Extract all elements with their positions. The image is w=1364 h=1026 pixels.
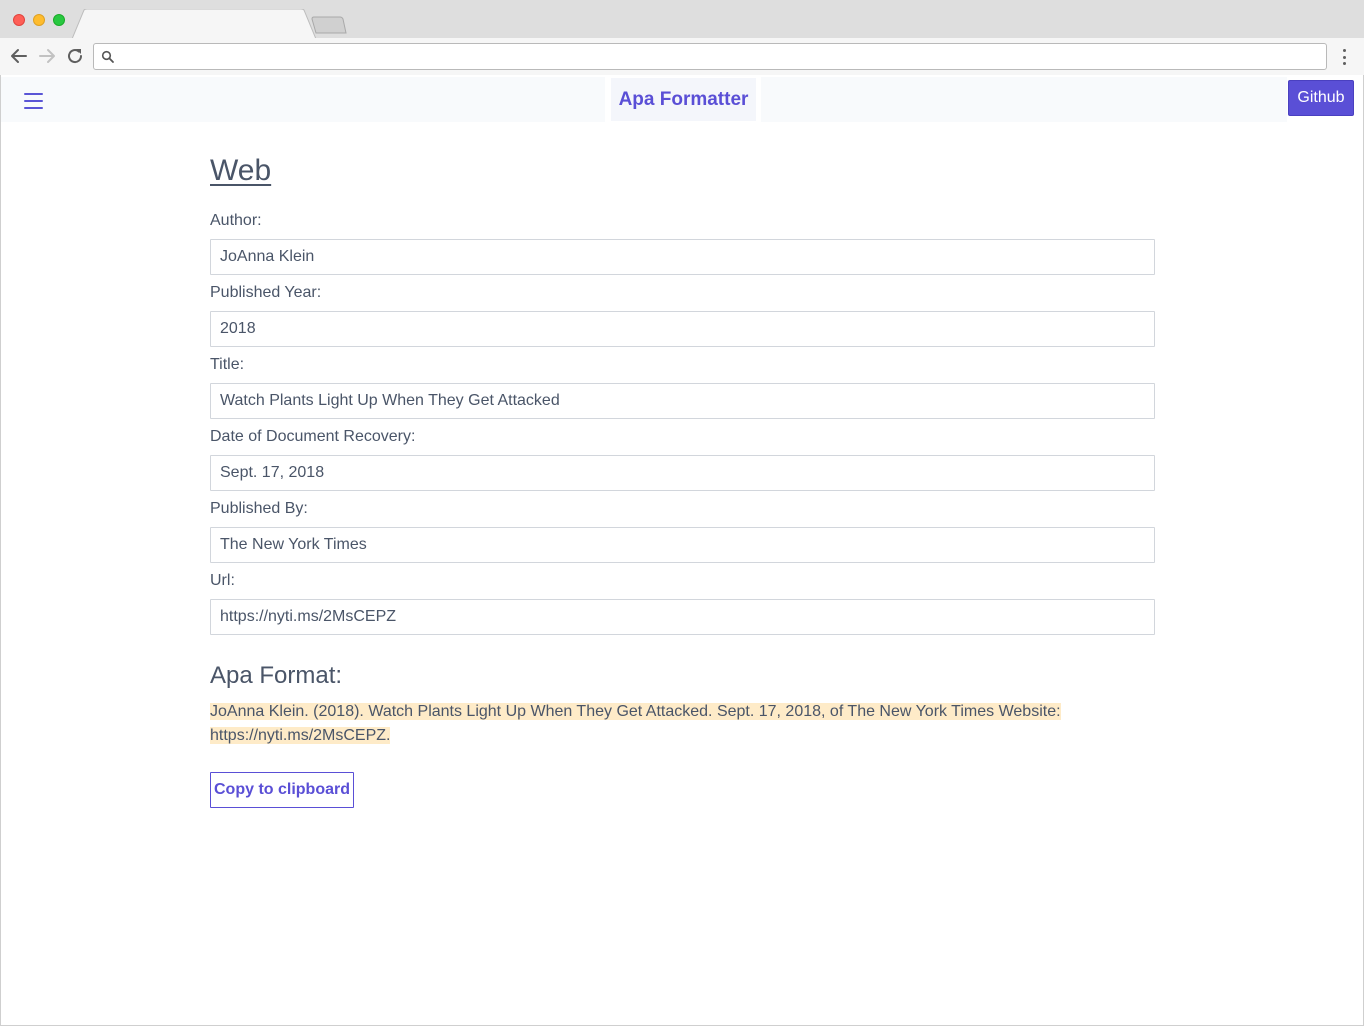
search-icon — [101, 50, 114, 63]
page-viewport: Apa Formatter Github Web Author: Publish… — [0, 75, 1364, 1026]
minimize-window-button[interactable] — [33, 14, 45, 26]
new-tab-button[interactable] — [310, 16, 348, 34]
browser-chrome — [0, 0, 1364, 75]
apa-citation-text: JoAnna Klein. (2018). Watch Plants Light… — [210, 703, 1061, 744]
browser-toolbar — [0, 38, 1364, 75]
address-bar[interactable] — [93, 43, 1327, 70]
address-input[interactable] — [120, 46, 1320, 67]
title-label: Title: — [210, 356, 245, 373]
title-field[interactable] — [210, 383, 1155, 419]
browser-menu-icon[interactable] — [1336, 48, 1352, 66]
navbar-background — [1, 77, 605, 122]
recovery-date-label: Date of Document Recovery: — [210, 428, 416, 445]
github-button[interactable]: Github — [1288, 80, 1354, 116]
hamburger-menu-icon[interactable] — [24, 93, 43, 109]
back-arrow-icon[interactable] — [9, 46, 29, 66]
page-title: Web — [210, 154, 272, 187]
maximize-window-button[interactable] — [53, 14, 65, 26]
navbar-background — [761, 77, 1287, 122]
url-label: Url: — [210, 572, 235, 589]
apa-citation-output: JoAnna Klein. (2018). Watch Plants Light… — [210, 700, 1070, 748]
copy-to-clipboard-button[interactable]: Copy to clipboard — [210, 772, 354, 808]
reload-icon[interactable] — [65, 46, 85, 66]
recovery-date-field[interactable] — [210, 455, 1155, 491]
url-field[interactable] — [210, 599, 1155, 635]
author-field[interactable] — [210, 239, 1155, 275]
browser-tab[interactable] — [72, 9, 316, 39]
author-label: Author: — [210, 212, 262, 229]
app-navbar: Apa Formatter Github — [1, 75, 1363, 122]
publisher-label: Published By: — [210, 500, 308, 517]
published-year-field[interactable] — [210, 311, 1155, 347]
close-window-button[interactable] — [13, 14, 25, 26]
brand-link[interactable]: Apa Formatter — [611, 78, 756, 121]
published-year-label: Published Year: — [210, 284, 322, 301]
publisher-field[interactable] — [210, 527, 1155, 563]
forward-arrow-icon[interactable] — [37, 46, 57, 66]
apa-format-heading: Apa Format: — [210, 662, 343, 689]
